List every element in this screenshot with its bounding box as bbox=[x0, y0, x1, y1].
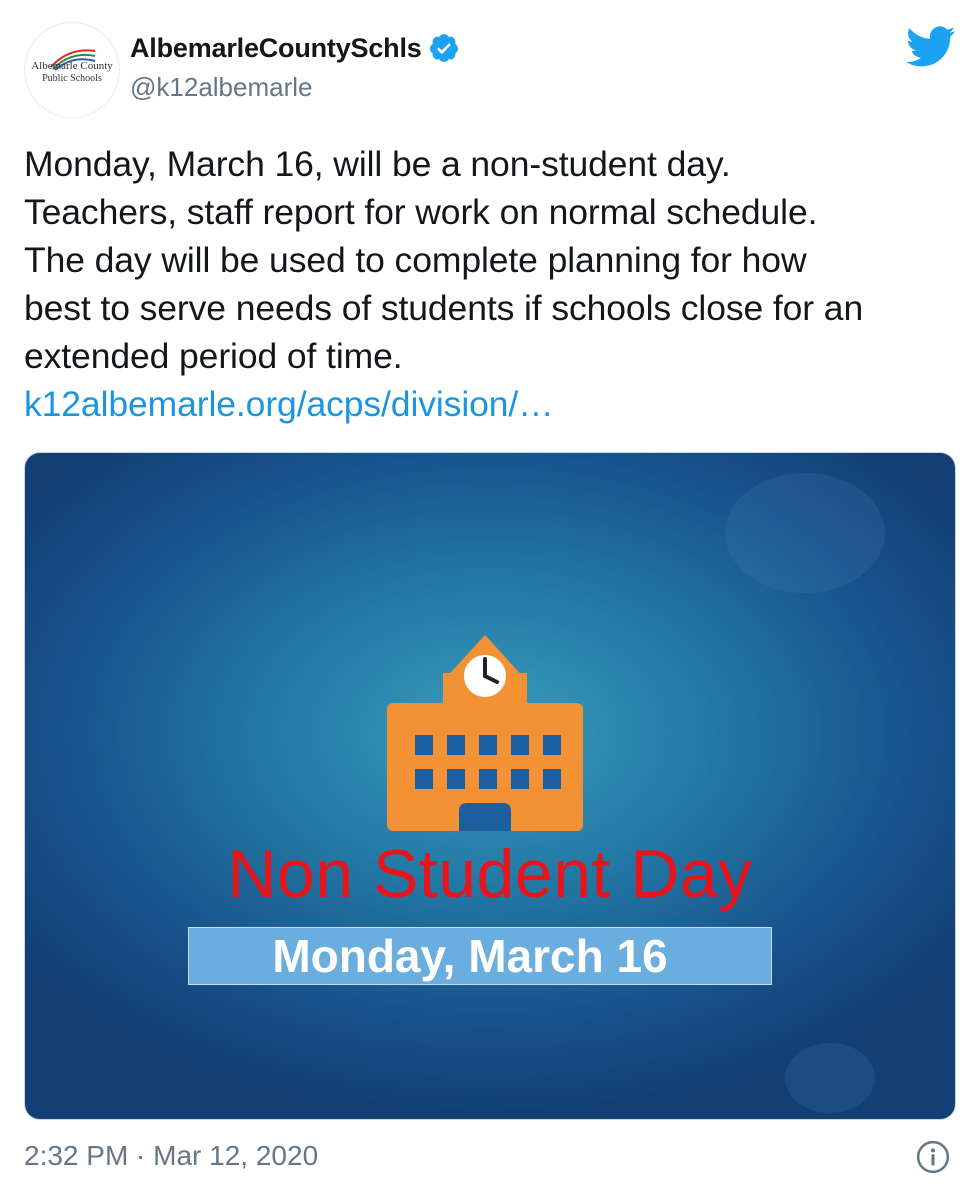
author-block: AlbemarleCountySchls @k12albemarle bbox=[130, 28, 460, 103]
info-icon[interactable] bbox=[916, 1140, 950, 1174]
tweet-text-line: best to serve needs of students if schoo… bbox=[24, 288, 864, 328]
date-banner-text: Monday, March 16 bbox=[272, 930, 668, 982]
tweet-text-line: Monday, March 16, will be a non-student … bbox=[24, 144, 731, 184]
background-glow bbox=[725, 473, 885, 593]
tweet-text-line: extended period of time. bbox=[24, 336, 403, 376]
date-banner: Monday, March 16 bbox=[188, 927, 772, 985]
tweet-text-line: The day will be used to complete plannin… bbox=[24, 240, 807, 280]
display-name[interactable]: AlbemarleCountySchls bbox=[130, 33, 422, 64]
background-glow bbox=[785, 1043, 875, 1113]
twitter-bird-icon[interactable] bbox=[906, 26, 956, 68]
avatar-text-line1: Albemarle County bbox=[31, 60, 113, 72]
media-headline: Non Student Day bbox=[227, 836, 753, 912]
tweet-link[interactable]: k12albemarle.org/acps/division/… bbox=[24, 384, 554, 424]
verified-badge-icon bbox=[429, 34, 458, 62]
avatar[interactable]: Albemarle County Public Schools bbox=[24, 22, 120, 118]
tweet-text-line: Teachers, staff report for work on norma… bbox=[24, 192, 818, 232]
tweet-text: Monday, March 16, will be a non-student … bbox=[24, 140, 964, 428]
handle[interactable]: @k12albemarle bbox=[130, 72, 460, 103]
tweet-timestamp[interactable]: 2:32 PM · Mar 12, 2020 bbox=[24, 1140, 318, 1172]
tweet-card: Albemarle County Public Schools Albemarl… bbox=[0, 0, 976, 1196]
avatar-text-line2: Public Schools bbox=[42, 73, 102, 84]
tweet-media-image[interactable]: Non Student Day Monday, March 16 bbox=[24, 452, 956, 1120]
school-building-icon bbox=[387, 635, 583, 831]
